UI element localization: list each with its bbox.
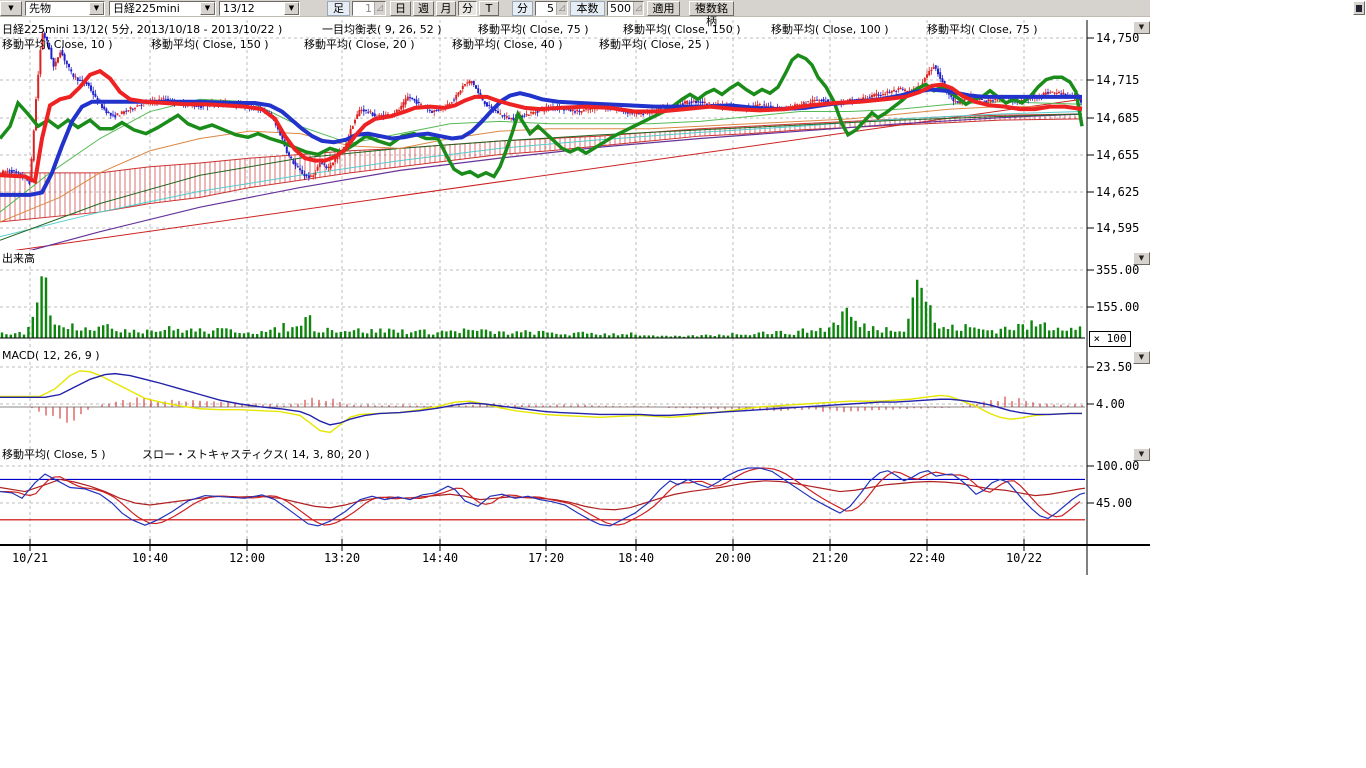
bar-count-stepper[interactable]: 500 ◿ <box>607 1 644 16</box>
bar-count-value: 500 <box>608 2 633 15</box>
y-axis-tick-label: 4.00 <box>1096 397 1125 411</box>
category-combobox[interactable]: 先物 ▼ <box>25 1 105 16</box>
legend-item: 移動平均( Close, 100 ) <box>771 21 889 37</box>
x-axis-tick-label: 10/21 <box>12 551 48 565</box>
x-axis-tick-label: 10:40 <box>132 551 168 565</box>
legend-item: 移動平均( Close, 20 ) <box>304 36 415 52</box>
main-price-pane <box>0 30 1082 258</box>
multi-symbol-button[interactable]: 複数銘柄 <box>689 1 734 16</box>
volume-pane-label: 出来高 <box>2 250 35 266</box>
macd-pane-dropdown-button[interactable]: ▼ <box>1133 351 1150 364</box>
y-axis-tick-label: 155.00 <box>1096 300 1139 314</box>
contract-value: 13/12 <box>220 2 284 15</box>
legend-item: 移動平均( Close, 10 ) <box>2 36 113 52</box>
y-axis-tick-label: 14,750 <box>1096 31 1139 45</box>
x-axis-tick-label: 10/22 <box>1006 551 1042 565</box>
volume-multiplier-badge: × 100 <box>1089 331 1131 347</box>
y-axis-tick-label: 100.00 <box>1096 459 1139 473</box>
contract-combobox[interactable]: 13/12 ▼ <box>219 1 300 16</box>
period-week-button[interactable]: 週 <box>413 1 434 16</box>
minute-value: 5 <box>536 2 556 15</box>
chevron-down-icon[interactable]: ▼ <box>89 2 104 15</box>
y-axis-tick-label: 14,685 <box>1096 111 1139 125</box>
x-axis-tick-label: 18:40 <box>618 551 654 565</box>
stoch-ma-label: 移動平均( Close, 5 ) <box>2 446 106 462</box>
apply-button[interactable]: 適用 <box>647 1 680 16</box>
legend-item: 移動平均( Close, 75 ) <box>478 21 589 37</box>
bar-interval-value: 1 <box>353 2 374 15</box>
legend-item: 一目均衡表( 9, 26, 52 ) <box>322 21 442 37</box>
legend-item: 移動平均( Close, 75 ) <box>927 21 1038 37</box>
bar-count-label: 本数 <box>570 1 605 16</box>
chart-canvas <box>0 0 1366 768</box>
toolbar-mini-dropdown-button[interactable]: ▼ <box>0 1 22 16</box>
x-axis-tick-label: 17:20 <box>528 551 564 565</box>
y-axis-tick-label: 14,595 <box>1096 221 1139 235</box>
period-tick-button[interactable]: T <box>479 1 499 16</box>
legend-item: 移動平均( Close, 150 ) <box>151 36 269 52</box>
x-axis-tick-label: 20:00 <box>715 551 751 565</box>
period-minute-button[interactable]: 分 <box>458 1 477 16</box>
spinner-icon[interactable]: ◿ <box>633 2 643 15</box>
category-value: 先物 <box>26 2 89 15</box>
x-axis-tick-label: 21:20 <box>812 551 848 565</box>
spinner-icon[interactable]: ◿ <box>374 2 385 15</box>
period-month-button[interactable]: 月 <box>436 1 456 16</box>
window-icon <box>1356 5 1362 12</box>
period-day-button[interactable]: 日 <box>390 1 411 16</box>
legend-item: 移動平均( Close, 150 ) <box>623 21 741 37</box>
legend-item: 移動平均( Close, 25 ) <box>599 36 710 52</box>
stochastics-pane-label: スロー・ストキャスティクス( 14, 3, 80, 20 ) <box>142 446 370 462</box>
bar-type-label: 足 <box>327 1 350 16</box>
macd-pane <box>0 371 1085 433</box>
stochastics-pane <box>0 468 1085 526</box>
y-axis-tick-label: 23.50 <box>1096 360 1132 374</box>
x-axis-tick-label: 12:00 <box>229 551 265 565</box>
x-axis-tick-label: 22:40 <box>909 551 945 565</box>
x-axis-tick-label: 14:40 <box>422 551 458 565</box>
bar-interval-stepper[interactable]: 1 ◿ <box>352 1 386 16</box>
macd-pane-label: MACD( 12, 26, 9 ) <box>2 349 100 362</box>
minute-label: 分 <box>512 1 533 16</box>
y-axis-tick-label: 355.00 <box>1096 263 1139 277</box>
chevron-down-icon[interactable]: ▼ <box>200 2 215 15</box>
y-axis-tick-label: 45.00 <box>1096 496 1132 510</box>
y-axis-tick-label: 14,715 <box>1096 73 1139 87</box>
y-axis-tick-label: 14,625 <box>1096 185 1139 199</box>
x-axis-tick-label: 13:20 <box>324 551 360 565</box>
legend-item: 日経225mini 13/12( 5分, 2013/10/18 - 2013/1… <box>2 21 282 37</box>
legend-item: 移動平均( Close, 40 ) <box>452 36 563 52</box>
y-axis-tick-label: 14,655 <box>1096 148 1139 162</box>
chevron-down-icon[interactable]: ▼ <box>284 2 299 15</box>
symbol-combobox[interactable]: 日経225mini ▼ <box>109 1 216 16</box>
symbol-value: 日経225mini <box>110 2 200 15</box>
toolbar: ▼ 先物 ▼ 日経225mini ▼ 13/12 ▼ 足 1 ◿ 日 週 月 分… <box>0 0 1150 17</box>
spinner-icon[interactable]: ◿ <box>556 2 567 15</box>
window-control-button[interactable] <box>1353 1 1365 15</box>
minute-stepper[interactable]: 5 ◿ <box>535 1 568 16</box>
